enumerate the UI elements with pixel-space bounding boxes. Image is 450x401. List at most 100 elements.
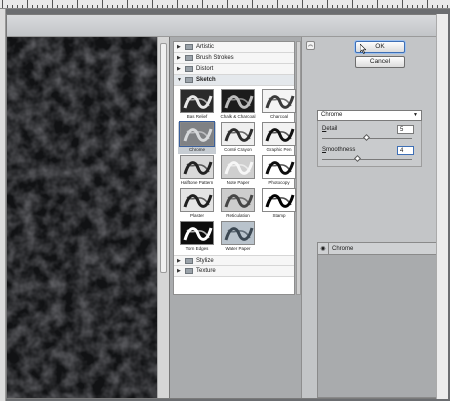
category-sketch[interactable]: ▼ Sketch xyxy=(174,75,294,86)
ruler-tick xyxy=(72,5,73,8)
expand-arrow-icon[interactable]: ▶ xyxy=(177,66,182,72)
category-brush-strokes[interactable]: ▶ Brush Strokes xyxy=(174,53,294,64)
filter-thumbnail[interactable]: Halftone Pattern xyxy=(178,155,216,187)
cancel-button[interactable]: Cancel xyxy=(355,56,405,68)
category-label: Sketch xyxy=(196,77,216,83)
ruler-tick xyxy=(427,0,428,8)
ruler-tick xyxy=(272,5,273,8)
filter-thumbnail[interactable]: Bas Relief xyxy=(178,89,216,121)
filter-preview-image xyxy=(221,89,255,113)
category-artistic[interactable]: ▶ Artistic xyxy=(174,42,294,53)
category-distort[interactable]: ▶ Distort xyxy=(174,64,294,75)
expand-arrow-icon[interactable]: ▶ xyxy=(177,44,182,50)
ruler-tick xyxy=(222,5,223,8)
ruler-tick xyxy=(7,5,8,8)
ruler-tick xyxy=(362,5,363,8)
document-scrollbar[interactable] xyxy=(436,14,448,399)
expand-arrow-icon[interactable]: ▶ xyxy=(177,258,182,264)
filter-thumbnail-label: Water Paper xyxy=(225,246,251,251)
ruler-tick xyxy=(257,5,258,8)
ruler-tick xyxy=(127,0,128,8)
expand-arrow-icon[interactable]: ▶ xyxy=(177,55,182,61)
ruler-tick xyxy=(337,5,338,8)
ruler-tick xyxy=(437,5,438,8)
title-bar xyxy=(7,15,441,37)
collapse-arrow-icon[interactable]: ▼ xyxy=(177,77,182,83)
category-texture[interactable]: ▶ Texture xyxy=(174,266,294,277)
category-label: Stylize xyxy=(196,257,214,264)
ruler-tick xyxy=(447,5,448,8)
filter-preview-image xyxy=(180,155,214,179)
preview-scrollbar[interactable] xyxy=(157,37,169,398)
filter-preview-image xyxy=(221,221,255,245)
filter-thumbnail[interactable]: Conté Crayon xyxy=(219,122,257,154)
filter-thumbnail-label: Chalk & Charcoal xyxy=(220,114,256,119)
filter-preview-image xyxy=(179,121,215,147)
filter-thumbnail-label: Halftone Pattern xyxy=(180,180,214,185)
gallery-empty-area xyxy=(173,299,295,396)
filter-thumbnail[interactable]: Stamp xyxy=(260,188,298,220)
filter-select[interactable]: Chrome ▼ xyxy=(317,110,422,121)
ruler-tick xyxy=(142,5,143,8)
ruler-tick xyxy=(297,5,298,8)
ruler-tick xyxy=(367,5,368,8)
smoothness-slider-track[interactable] xyxy=(322,159,412,160)
chevron-down-icon: ▼ xyxy=(413,112,418,118)
filter-thumbnail-label: Photocopy xyxy=(268,180,290,185)
filter-preview-image xyxy=(262,122,296,146)
ruler-tick xyxy=(42,5,43,8)
filter-preview-image xyxy=(262,188,296,212)
filter-thumbnail[interactable]: Chalk & Charcoal xyxy=(219,89,257,121)
double-chevron-up-icon[interactable]: ︽ xyxy=(306,41,315,50)
ruler-tick xyxy=(22,5,23,8)
filter-thumbnail[interactable]: Water Paper xyxy=(219,221,257,253)
filter-preview-image xyxy=(221,155,255,179)
filter-preview-image xyxy=(180,221,214,245)
filter-thumbnail[interactable]: Photocopy xyxy=(260,155,298,187)
filter-thumbnail[interactable]: Charcoal xyxy=(260,89,298,121)
ruler-tick xyxy=(342,5,343,8)
detail-input[interactable]: 5 xyxy=(397,125,414,134)
smoothness-input[interactable]: 4 xyxy=(397,146,414,155)
ruler-tick xyxy=(192,5,193,8)
ruler-tick xyxy=(412,5,413,8)
ruler-tick xyxy=(47,5,48,8)
ruler-tick xyxy=(117,5,118,8)
ruler-tick xyxy=(372,5,373,8)
category-label: Distort xyxy=(196,66,214,72)
filter-thumbnail[interactable]: Chrome xyxy=(178,121,216,154)
filter-thumbnail[interactable]: Graphic Pen xyxy=(260,122,298,154)
filter-thumbnail[interactable]: Reticulation xyxy=(219,188,257,220)
sketch-thumbnails: Bas Relief Chalk & Charcoal Charcoal Chrome… xyxy=(174,86,296,255)
detail-slider-thumb[interactable] xyxy=(362,133,371,142)
category-stylize[interactable]: ▶ Stylize xyxy=(174,255,294,266)
smoothness-slider-thumb[interactable] xyxy=(353,154,362,163)
top-ruler xyxy=(0,0,450,9)
ruler-tick xyxy=(17,5,18,8)
filter-preview-image xyxy=(221,188,255,212)
eye-icon[interactable]: ◉ xyxy=(318,243,329,254)
preview-canvas[interactable] xyxy=(7,37,157,398)
filter-thumbnail[interactable]: Note Paper xyxy=(219,155,257,187)
ruler-tick xyxy=(392,5,393,8)
ruler-tick xyxy=(77,0,78,8)
ruler-tick xyxy=(92,5,93,8)
filter-thumbnail[interactable]: Plaster xyxy=(178,188,216,220)
ruler-tick xyxy=(442,5,443,8)
ruler-tick xyxy=(62,5,63,8)
settings-panel: ︽ OK Cancel Chrome ▼ Detail 5 Smoothness… xyxy=(301,37,441,398)
ruler-tick xyxy=(82,5,83,8)
effect-layer-row[interactable]: ◉ Chrome xyxy=(318,243,436,255)
ruler-tick xyxy=(67,5,68,8)
ruler-tick xyxy=(242,5,243,8)
ruler-tick xyxy=(122,5,123,8)
ruler-tick xyxy=(152,0,153,8)
folder-icon xyxy=(185,66,193,72)
preview-scroll-thumb[interactable] xyxy=(160,43,167,273)
filter-thumbnail[interactable]: Torn Edges xyxy=(178,221,216,253)
ruler-tick xyxy=(377,0,378,8)
ruler-tick xyxy=(97,5,98,8)
filter-thumbnail-label: Chrome xyxy=(188,147,205,152)
ruler-tick xyxy=(312,5,313,8)
expand-arrow-icon[interactable]: ▶ xyxy=(177,268,182,274)
